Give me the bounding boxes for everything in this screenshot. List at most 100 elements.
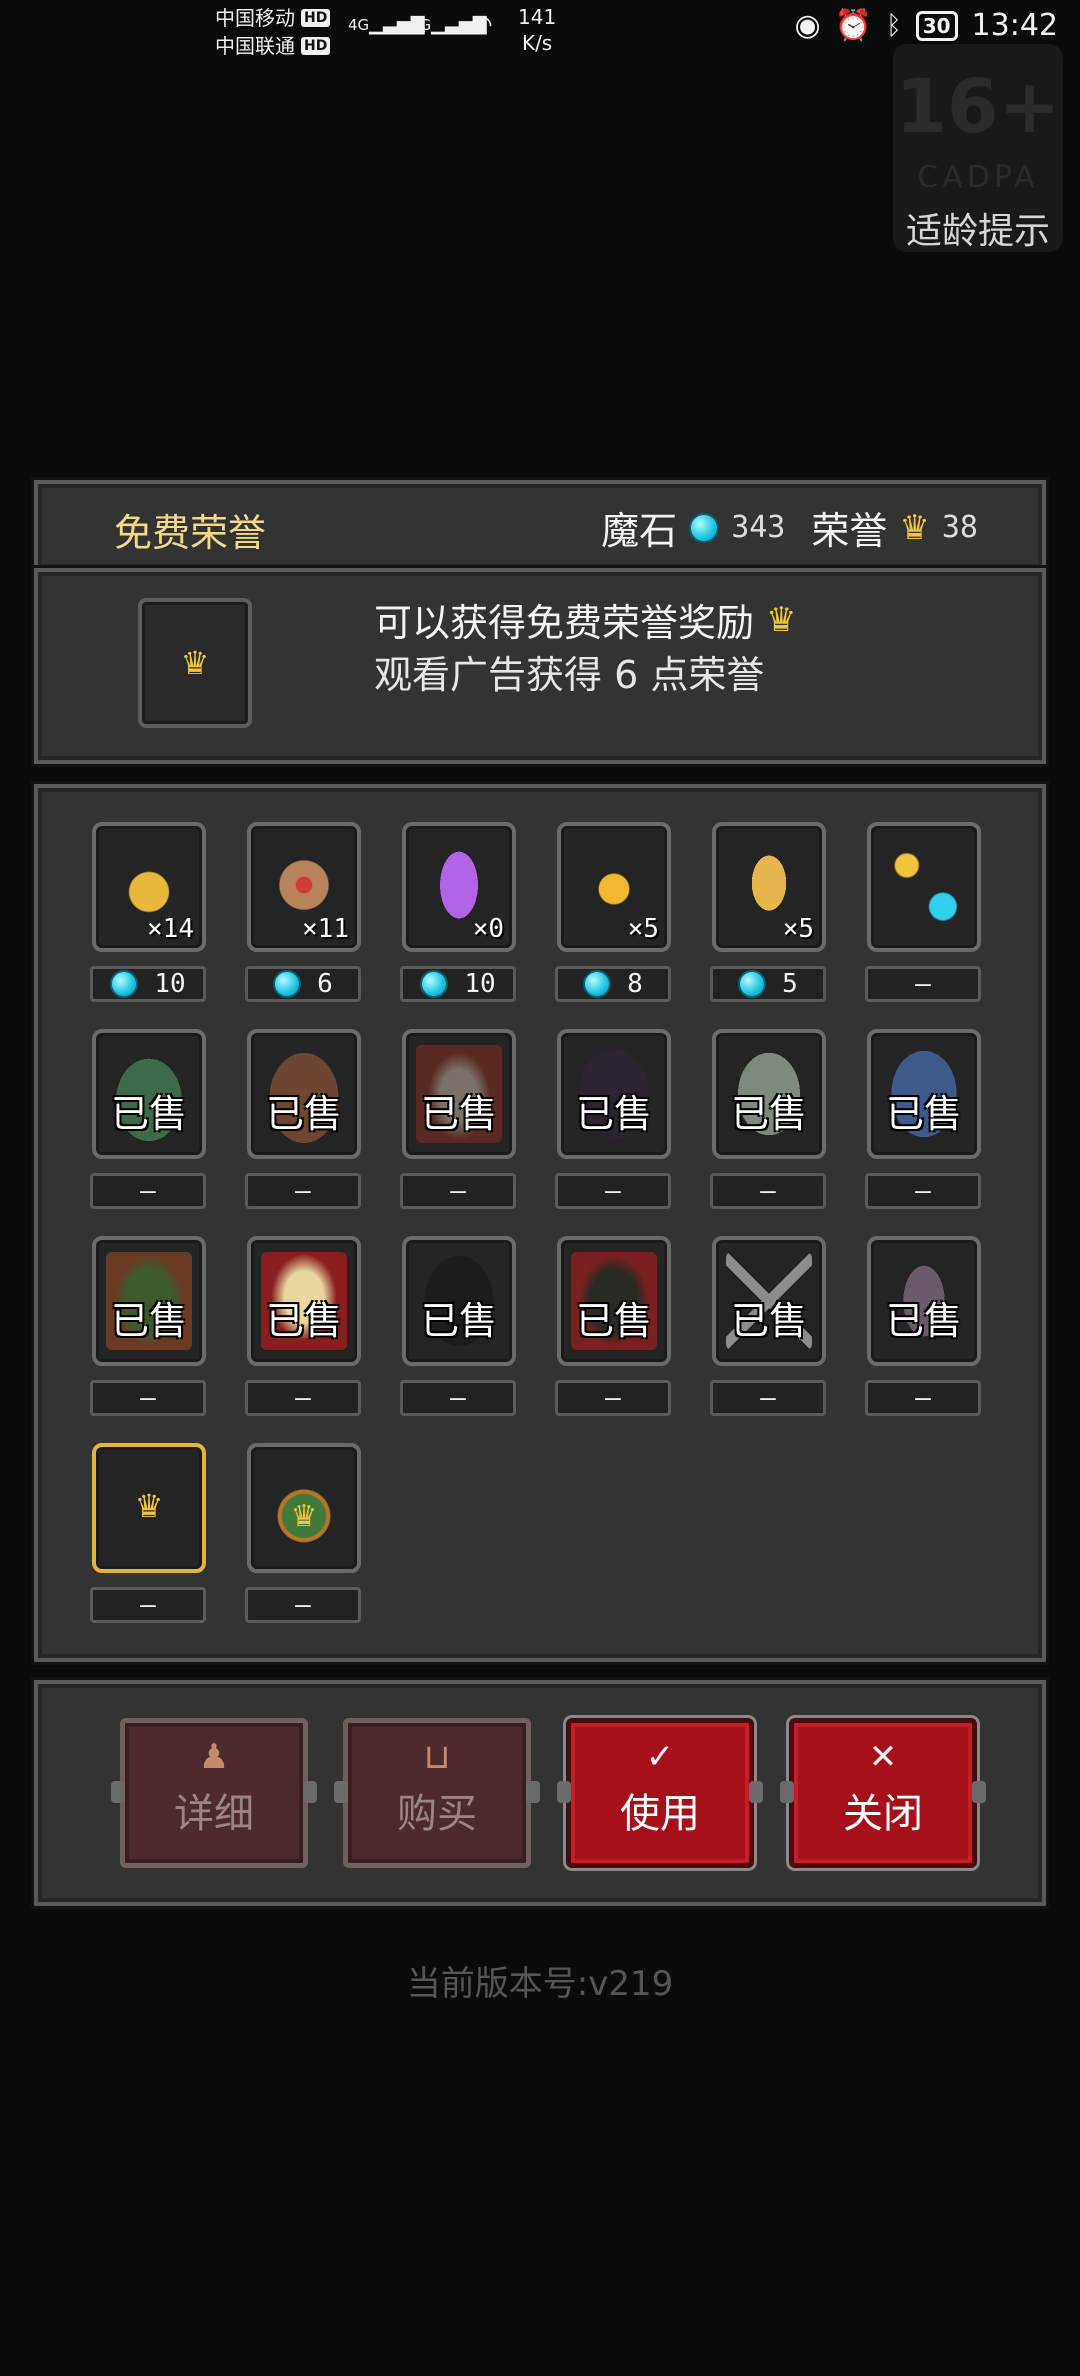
price-value: 10 [154, 969, 186, 999]
sold-label: 已售 [730, 1092, 807, 1136]
age-rating-badge[interactable]: 16+ CADPA 适龄提示 [893, 44, 1063, 252]
shop-item-blonde-hero[interactable]: 已售 — [245, 1236, 365, 1416]
item-price: 8 [555, 966, 671, 1002]
item-tile[interactable]: 已售 [92, 1236, 206, 1366]
item-price: — [555, 1380, 671, 1416]
shop-item-slime-hero[interactable]: 已售 — [90, 1029, 210, 1209]
sold-label: 已售 [420, 1092, 497, 1136]
sold-label: 已售 [420, 1299, 497, 1343]
item-price: 5 [710, 966, 826, 1002]
shop-item-swords-item[interactable]: 已售 — [710, 1236, 830, 1416]
button-label: 购买 [397, 1791, 477, 1837]
item-count: ×0 [472, 914, 504, 944]
item-price: 10 [400, 966, 516, 1002]
exchange-icon [881, 838, 967, 936]
item-price: — [865, 1173, 981, 1209]
item-tile[interactable]: ×11 [247, 822, 361, 952]
clock: 13:42 [971, 8, 1058, 43]
price-value: — [140, 1383, 156, 1413]
price-value: 10 [464, 969, 496, 999]
item-grid: ×14 10 ×11 6 ×0 10 ×5 8 ×5 5— 已售 — 已售 — 已售 — 已售 — 已售 — 已售 — 已售… [34, 784, 1046, 1662]
button-knob [334, 1781, 348, 1803]
shop-item-knight-hero[interactable]: 已售 — [400, 1029, 520, 1209]
item-price: — [245, 1587, 361, 1623]
price-value: — [295, 1383, 311, 1413]
shop-item-free-crown[interactable]: ♛ — [90, 1443, 210, 1623]
shop-item-crown-to-gem[interactable]: — [865, 822, 985, 1002]
shop-item-gold-bars[interactable]: ×14 10 [90, 822, 210, 1002]
shop-item-hooded-hero[interactable]: 已售 — [555, 1029, 675, 1209]
item-price: — [90, 1587, 206, 1623]
sold-label: 已售 [265, 1092, 342, 1136]
shop-item-purple-crystal[interactable]: ×0 10 [400, 822, 520, 1002]
price-value: — [915, 1176, 931, 1206]
item-tile[interactable]: 已售 [557, 1236, 671, 1366]
item-count: ×14 [147, 914, 194, 944]
item-price: — [90, 1380, 206, 1416]
item-tile[interactable]: 已售 [712, 1029, 826, 1159]
age-rating-org: CADPA [917, 160, 1039, 195]
crown-icon: ♛ [290, 1499, 318, 1534]
shop-item-forest-hero[interactable]: 已售 — [90, 1236, 210, 1416]
close-button[interactable]: ✕ 关闭 [780, 1718, 986, 1868]
price-value: — [295, 1176, 311, 1206]
item-tile[interactable]: ♛ [92, 1443, 206, 1573]
action-bar: ♟ 详细 ⊔ 购买 ✓ 使用 ✕ 关闭 [34, 1680, 1046, 1906]
buy-button[interactable]: ⊔ 购买 [334, 1718, 540, 1868]
button-knob [780, 1781, 794, 1803]
item-tile[interactable]: 已售 [247, 1029, 361, 1159]
shop-item-heart-scroll[interactable]: ×11 6 [245, 822, 365, 1002]
shop-item-pirate-hero[interactable]: 已售 — [555, 1236, 675, 1416]
shop-item-shadow-hero[interactable]: 已售 — [400, 1236, 520, 1416]
cart-icon: ⊔ [423, 1737, 451, 1777]
crown-icon: ♛ [134, 1487, 164, 1525]
item-tile[interactable]: 已售 [402, 1029, 516, 1159]
item-tile[interactable]: 已售 [712, 1236, 826, 1366]
item-price: 10 [90, 966, 206, 1002]
price-value: — [450, 1176, 466, 1206]
gem-icon [689, 512, 720, 543]
item-tile[interactable]: 已售 [867, 1236, 981, 1366]
item-tile[interactable]: ×5 [557, 822, 671, 952]
shop-item-crown-bag[interactable]: ♛ — [245, 1443, 365, 1623]
magic-stone-value: 343 [731, 510, 786, 545]
item-tile[interactable]: 已售 [92, 1029, 206, 1159]
shop-item-hourglass-item[interactable]: 已售 — [865, 1236, 985, 1416]
item-tile[interactable]: ×0 [402, 822, 516, 952]
price-value: 6 [317, 969, 333, 999]
selected-item-slot: ♛ [138, 598, 252, 728]
button-knob [303, 1781, 317, 1803]
item-price: — [245, 1173, 361, 1209]
item-tile[interactable]: 已售 [402, 1236, 516, 1366]
shop-item-golden-bell[interactable]: ×5 5 [710, 822, 830, 1002]
price-value: — [915, 1383, 931, 1413]
shop-item-treant-hero[interactable]: 已售 — [245, 1029, 365, 1209]
status-right: ◉ ⏰ ᛒ 30 13:42 [795, 8, 1058, 43]
sold-label: 已售 [265, 1299, 342, 1343]
item-tile[interactable]: ♛ [247, 1443, 361, 1573]
button-knob [557, 1781, 571, 1803]
price-value: — [605, 1176, 621, 1206]
crown-icon: ♛ [899, 507, 930, 548]
item-tile[interactable]: 已售 [867, 1029, 981, 1159]
details-button[interactable]: ♟ 详细 [111, 1718, 317, 1868]
item-count: ×11 [302, 914, 349, 944]
honor-label: 荣誉 [811, 509, 888, 553]
price-value: — [915, 969, 931, 999]
item-tile[interactable]: ×14 [92, 822, 206, 952]
gem-icon [738, 970, 767, 998]
button-knob [972, 1781, 986, 1803]
info-line-2: 观看广告获得 6 点荣誉 [374, 653, 765, 697]
check-icon: ✓ [645, 1737, 675, 1777]
shop-item-mage-hero[interactable]: 已售 — [865, 1029, 985, 1209]
use-button[interactable]: ✓ 使用 [557, 1718, 763, 1868]
item-tile[interactable]: ×5 [712, 822, 826, 952]
item-tile[interactable]: 已售 [557, 1029, 671, 1159]
item-tile[interactable] [867, 822, 981, 952]
honor-value: 38 [941, 510, 978, 545]
reward-text: 可以获得免费荣誉奖励 [374, 601, 755, 645]
shop-item-ghost-hero[interactable]: 已售 — [710, 1029, 830, 1209]
sold-label: 已售 [110, 1092, 187, 1136]
shop-item-golden-apple[interactable]: ×5 8 [555, 822, 675, 1002]
item-tile[interactable]: 已售 [247, 1236, 361, 1366]
